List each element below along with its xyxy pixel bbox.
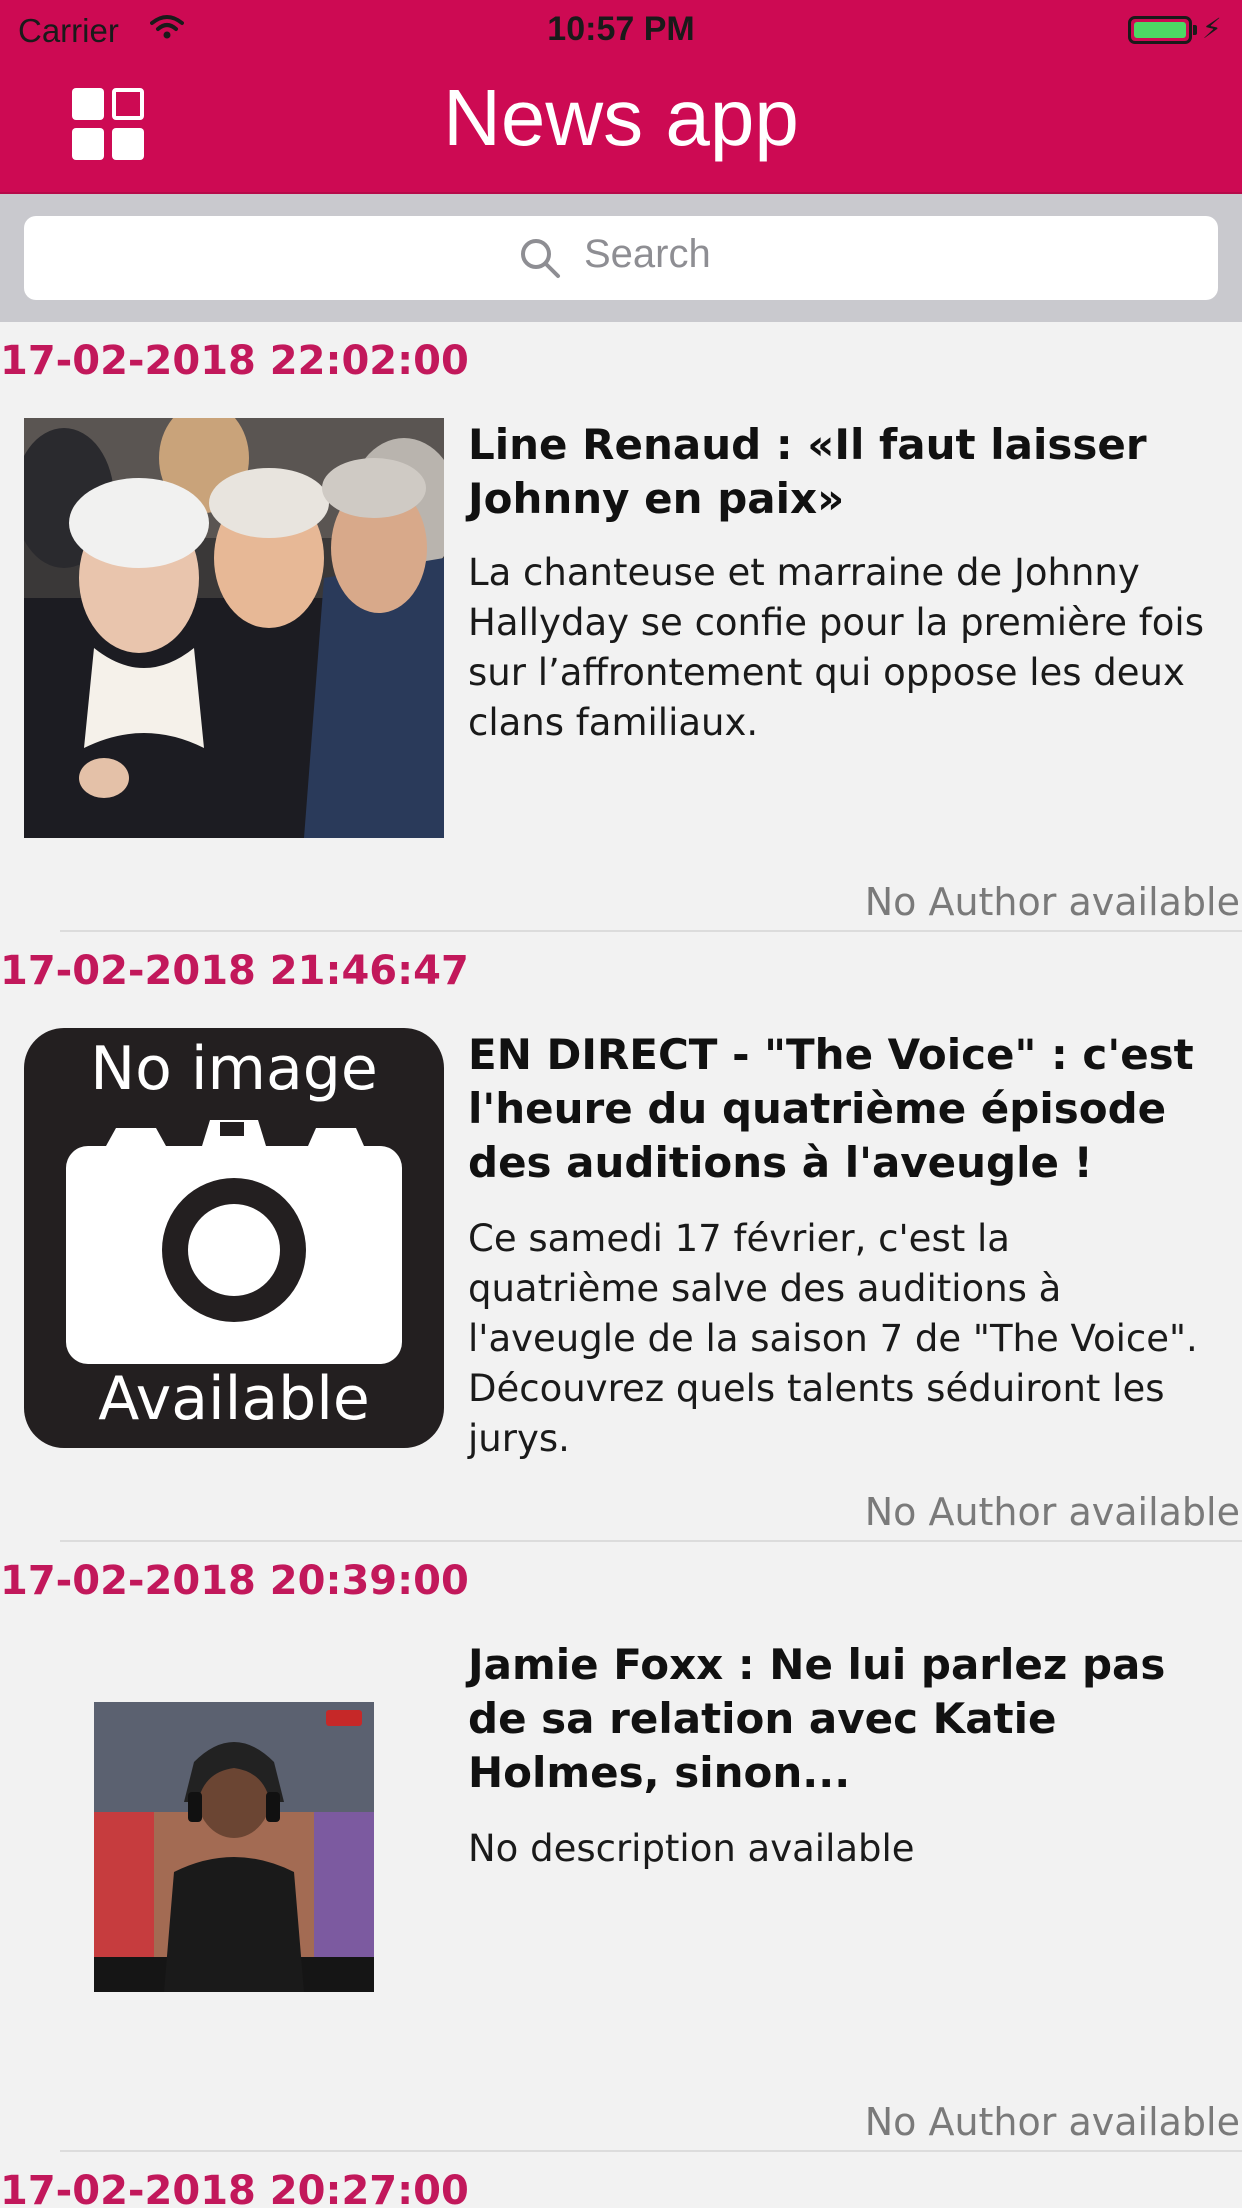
search-placeholder: Search	[584, 232, 711, 276]
search-bar: Search	[0, 194, 1242, 322]
charging-bolt-icon: ⚡	[1202, 12, 1222, 45]
article-description: Ce samedi 17 février, c'est la quatrième…	[468, 1217, 1198, 1460]
article-image: No image Available	[24, 1028, 444, 1448]
status-time: 10:57 PM	[547, 10, 695, 48]
article-date: 17-02-2018 20:27:00	[0, 2168, 469, 2208]
article-date: 17-02-2018 20:39:00	[0, 1558, 469, 1604]
placeholder-bottom-text: Available	[98, 1364, 370, 1434]
list-item[interactable]: 17-02-2018 20:39:00 Jamie Foxx : Ne lui …	[0, 1542, 1242, 2152]
article-title: EN DIRECT - "The Voice" : c'est l'heure …	[468, 1030, 1194, 1187]
list-item[interactable]: 17-02-2018 20:27:00	[0, 2152, 1242, 2208]
article-date: 17-02-2018 22:02:00	[0, 338, 469, 384]
navigation-bar: News app	[0, 60, 1242, 194]
list-item[interactable]: 17-02-2018 21:46:47 No image Available E…	[0, 932, 1242, 1542]
article-description: La chanteuse et marraine de Johnny Hally…	[468, 551, 1204, 744]
article-image	[24, 418, 444, 838]
article-date: 17-02-2018 21:46:47	[0, 948, 469, 994]
article-description: No description available	[468, 1827, 915, 1870]
article-author: No Author available	[864, 880, 1240, 924]
article-image	[94, 1702, 374, 1992]
page-title: News app	[443, 73, 799, 162]
status-bar: Carrier 10:57 PM ⚡	[0, 0, 1242, 60]
search-icon	[518, 236, 562, 284]
article-title: Jamie Foxx : Ne lui parlez pas de sa rel…	[468, 1640, 1166, 1797]
article-title: Line Renaud : «Il faut laisser Johnny en…	[468, 420, 1147, 523]
article-author: No Author available	[864, 2100, 1240, 2144]
placeholder-top-text: No image	[90, 1034, 378, 1104]
battery-icon	[1128, 16, 1197, 44]
list-item[interactable]: 17-02-2018 22:02:00 Line Renaud : «Il fa…	[0, 322, 1242, 932]
search-input[interactable]: Search	[24, 216, 1218, 300]
article-author: No Author available	[864, 1490, 1240, 1534]
